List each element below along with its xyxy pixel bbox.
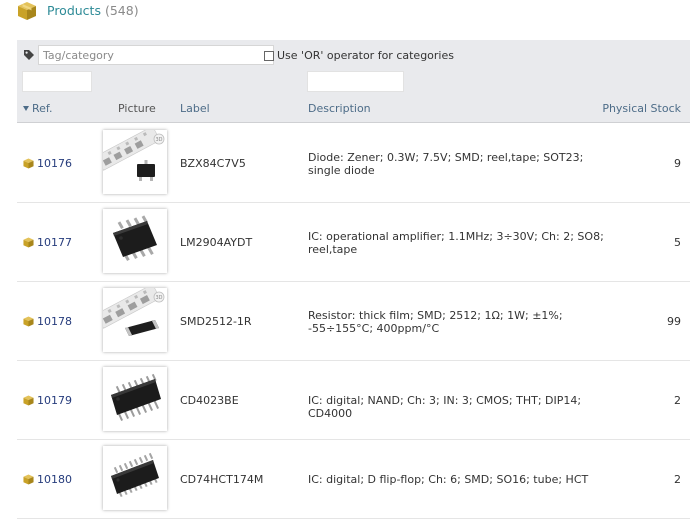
column-ref-label: Ref. — [32, 102, 53, 115]
product-description: IC: digital; NAND; Ch: 3; IN: 3; CMOS; T… — [308, 394, 582, 420]
tag-category-input[interactable] — [38, 45, 274, 65]
sort-desc-icon — [23, 106, 29, 111]
table-header: Ref. Picture Label Description Physical … — [17, 96, 690, 123]
description-filter-input[interactable] — [307, 71, 404, 92]
product-icon — [23, 474, 34, 485]
product-label: BZX84C7V5 — [180, 157, 246, 170]
column-stock-header[interactable]: Physical Stock — [602, 102, 681, 115]
product-box-icon — [18, 2, 36, 20]
product-icon — [23, 158, 34, 169]
product-stock: 2 — [674, 394, 681, 407]
product-description: Diode: Zener; 0.3W; 7.5V; SMD; reel,tape… — [308, 151, 584, 177]
smd-resistor-tape-image: 3D — [95, 283, 167, 352]
product-stock: 5 — [674, 236, 681, 249]
product-description: IC: digital; D flip-flop; Ch: 6; SMD; SO… — [308, 473, 589, 486]
filter-area: Use 'OR' operator for categories — [17, 40, 690, 96]
product-picture[interactable] — [103, 367, 167, 431]
or-operator-label: Use 'OR' operator for categories — [277, 49, 454, 62]
table-row: 10179 CD4023BE IC: digital; NAND; Ch: 3;… — [17, 361, 690, 440]
product-icon — [23, 316, 34, 327]
table-row: 10176 3D BZX84C7V5 Diode: Zener; 0.3W; 7… — [17, 124, 690, 203]
product-ref-link[interactable]: 10176 — [37, 157, 72, 170]
page-title: Products (548) — [47, 3, 139, 18]
product-stock: 9 — [674, 157, 681, 170]
svg-text:3D: 3D — [155, 137, 162, 143]
product-ref-link[interactable]: 10178 — [37, 315, 72, 328]
product-label: CD74HCT174M — [180, 473, 264, 486]
product-picture[interactable]: 3D — [95, 125, 167, 194]
column-ref-header[interactable]: Ref. — [23, 102, 53, 115]
product-ref-link[interactable]: 10179 — [37, 394, 72, 407]
sot23-tape-image: 3D — [95, 125, 167, 194]
or-operator-checkbox[interactable] — [264, 51, 274, 61]
product-count: (548) — [104, 3, 139, 18]
column-label-header[interactable]: Label — [180, 102, 210, 115]
svg-text:3D: 3D — [155, 295, 162, 301]
product-stock: 99 — [667, 315, 681, 328]
product-ref-link[interactable]: 10177 — [37, 236, 72, 249]
product-label: LM2904AYDT — [180, 236, 253, 249]
so8-chip-image — [103, 209, 167, 273]
column-description-header[interactable]: Description — [308, 102, 371, 115]
product-label: SMD2512-1R — [180, 315, 252, 328]
tag-icon — [24, 50, 34, 60]
ref-filter-input[interactable] — [22, 71, 92, 92]
product-label: CD4023BE — [180, 394, 239, 407]
product-description: IC: operational amplifier; 1.1MHz; 3÷30V… — [308, 230, 604, 256]
product-icon — [23, 395, 34, 406]
page-title-label: Products — [47, 3, 101, 18]
table-row: 10180 CD74HCT174M IC: digital; D flip-fl… — [17, 440, 690, 519]
product-picture[interactable] — [103, 446, 167, 510]
product-description: Resistor: thick film; SMD; 2512; 1Ω; 1W;… — [308, 309, 563, 335]
table-row: 10177 LM2904AYDT IC: operational amplifi… — [17, 203, 690, 282]
page-header: Products (548) — [0, 0, 690, 40]
product-picture[interactable] — [103, 209, 167, 273]
so16-chip-image — [103, 446, 167, 510]
table-row: 10178 3D SMD2512-1R Resistor: thick film… — [17, 282, 690, 361]
product-ref-link[interactable]: 10180 — [37, 473, 72, 486]
column-picture-header: Picture — [118, 102, 156, 115]
product-icon — [23, 237, 34, 248]
dip14-chip-image — [103, 367, 167, 431]
product-picture[interactable]: 3D — [95, 283, 167, 352]
product-stock: 2 — [674, 473, 681, 486]
